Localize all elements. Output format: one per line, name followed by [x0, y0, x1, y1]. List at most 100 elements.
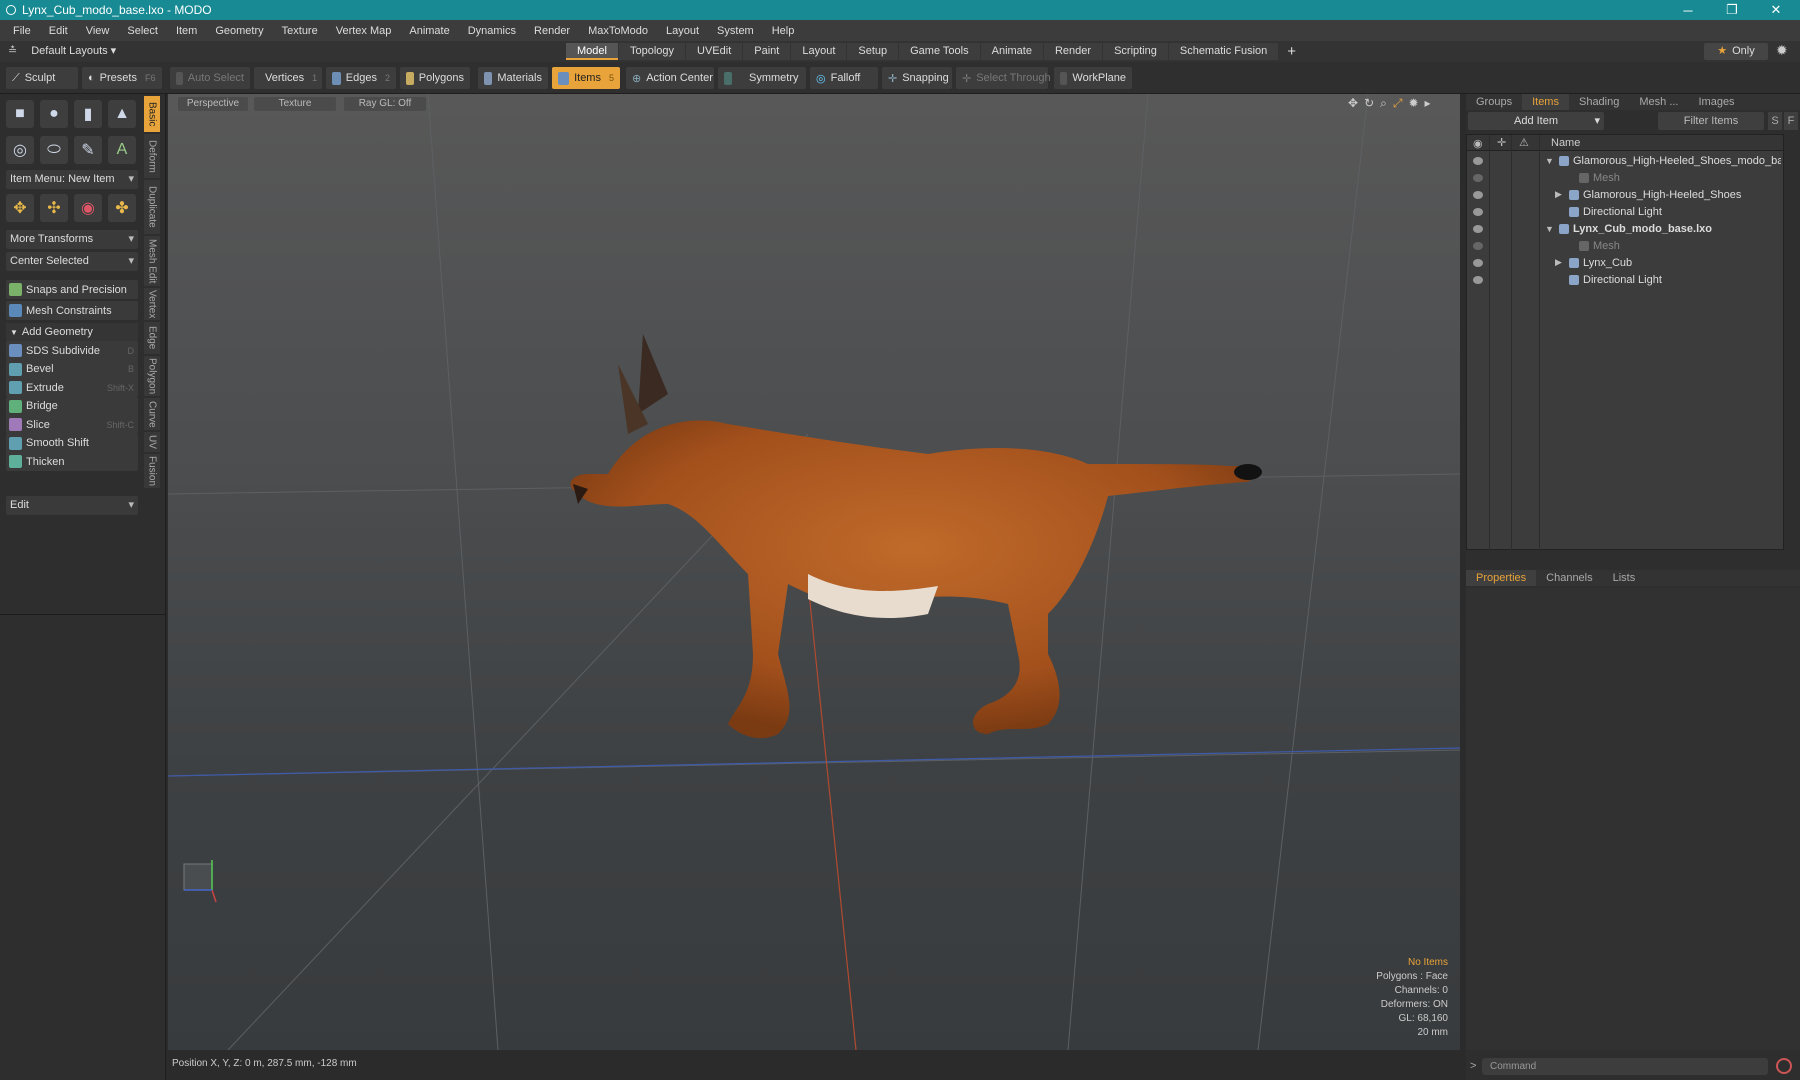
visibility-eye-icon[interactable] — [1473, 275, 1483, 284]
torus-icon[interactable]: ◎ — [6, 136, 34, 164]
rotate-icon[interactable]: ✣ — [40, 194, 68, 222]
geometry-tool-button[interactable]: Bevel B — [6, 359, 138, 379]
geometry-tool-button[interactable]: SDS Subdivide D — [6, 341, 138, 360]
viewport-gear-icon[interactable]: ✹ — [1408, 96, 1418, 111]
layout-tab[interactable]: Game Tools — [899, 43, 980, 60]
filter-s-button[interactable]: S — [1768, 112, 1782, 130]
layout-tab[interactable]: Schematic Fusion — [1168, 43, 1279, 60]
item-row[interactable]: ▶ Lynx_Cub — [1467, 254, 1783, 271]
default-layouts-dropdown[interactable]: ≛ Default Layouts ▾ — [8, 44, 116, 58]
fit-icon[interactable]: ⤢ — [1393, 96, 1403, 111]
transform-icon[interactable]: ✤ — [108, 194, 136, 222]
expand-arrow-icon[interactable]: ▶ — [1555, 189, 1562, 200]
menu-item[interactable]: File — [4, 25, 40, 37]
layout-tab[interactable]: Model — [566, 43, 618, 60]
items-panel-tab[interactable]: Images — [1688, 94, 1744, 110]
menu-item[interactable]: Item — [167, 25, 206, 37]
items-panel-tab[interactable]: Shading — [1569, 94, 1629, 110]
items-panel-tab[interactable]: Mesh ... — [1629, 94, 1688, 110]
expand-arrow-icon[interactable]: ▼ — [1545, 156, 1554, 166]
side-tab[interactable]: Edge — [144, 322, 160, 354]
layout-tab[interactable]: Layout — [791, 43, 847, 60]
sculpt-button[interactable]: ⟋ Sculpt — [6, 67, 78, 89]
symmetry-button[interactable]: Symmetry — [718, 67, 806, 89]
menu-item[interactable]: Animate — [400, 25, 458, 37]
cone-icon[interactable]: ▲ — [108, 100, 136, 128]
menu-item[interactable]: Geometry — [206, 25, 272, 37]
edit-dropdown[interactable]: Edit — [6, 496, 138, 515]
properties-panel-tab[interactable]: Lists — [1603, 570, 1646, 586]
visibility-eye-icon[interactable] — [1473, 207, 1483, 216]
visibility-eye-icon[interactable] — [1473, 173, 1483, 182]
properties-panel-tab[interactable]: Properties — [1466, 570, 1537, 586]
menu-item[interactable]: Select — [118, 25, 167, 37]
scale-icon[interactable]: ◉ — [74, 194, 102, 222]
side-tab[interactable]: Curve — [144, 398, 160, 430]
close-icon[interactable]: ✕ — [1756, 0, 1796, 20]
menu-item[interactable]: MaxToModo — [579, 25, 657, 37]
add-geometry-section[interactable]: ▼ Add Geometry — [6, 323, 138, 341]
snaps-precision-button[interactable]: Snaps and Precision — [6, 280, 138, 299]
geometry-tool-button[interactable]: Smooth Shift — [6, 433, 138, 453]
item-row[interactable]: Directional Light — [1467, 271, 1783, 288]
cylinder-icon[interactable]: ▮ — [74, 100, 102, 128]
perspective-button[interactable]: Perspective — [178, 97, 248, 111]
visibility-eye-icon[interactable] — [1473, 156, 1483, 165]
menu-item[interactable]: View — [77, 25, 119, 37]
item-row[interactable]: ▶ Glamorous_High-Heeled_Shoes — [1467, 186, 1783, 203]
capsule-icon[interactable]: ⬭ — [40, 136, 68, 164]
add-item-dropdown[interactable]: Add Item ▾ — [1468, 112, 1604, 130]
pan-icon[interactable]: ✥ — [1348, 96, 1358, 111]
layout-tab[interactable]: Paint — [743, 43, 791, 60]
properties-panel-tab[interactable]: Channels — [1536, 570, 1602, 586]
items-panel-tab[interactable]: Items — [1522, 94, 1569, 110]
command-input[interactable]: Command — [1482, 1058, 1768, 1075]
side-tab[interactable]: Deform — [144, 134, 160, 178]
auto-select-button[interactable]: Auto Select — [170, 67, 250, 89]
menu-item[interactable]: Vertex Map — [327, 25, 401, 37]
visibility-eye-icon[interactable] — [1473, 224, 1483, 233]
filter-items-input[interactable]: Filter Items — [1658, 112, 1764, 130]
texture-button[interactable]: Texture — [254, 97, 336, 111]
layout-tab[interactable]: Setup — [847, 43, 899, 60]
side-tab[interactable]: UV — [144, 432, 160, 452]
item-row[interactable]: Mesh — [1467, 237, 1783, 254]
geometry-tool-button[interactable]: Extrude Shift-X — [6, 378, 138, 397]
falloff-button[interactable]: ◎ Falloff — [810, 67, 878, 89]
geometry-tool-button[interactable]: Slice Shift-C — [6, 415, 138, 434]
layout-tab[interactable]: Scripting — [1103, 43, 1168, 60]
expand-arrow-icon[interactable]: ▶ — [1555, 257, 1562, 268]
polygons-button[interactable]: Polygons — [400, 67, 470, 89]
filter-f-button[interactable]: F — [1784, 112, 1798, 130]
items-button[interactable]: Items 5 — [552, 67, 620, 89]
vertices-button[interactable]: Vertices 1 — [254, 67, 322, 89]
menu-item[interactable]: Help — [763, 25, 804, 37]
viewport-menu-icon[interactable]: ▸ — [1425, 96, 1431, 111]
menu-item[interactable]: Edit — [40, 25, 77, 37]
move-icon[interactable]: ✥ — [6, 194, 34, 222]
menu-item[interactable]: Render — [525, 25, 579, 37]
minimize-icon[interactable]: ─ — [1668, 0, 1708, 20]
sphere-icon[interactable]: ● — [40, 100, 68, 128]
side-tab[interactable]: Polygon — [144, 356, 160, 396]
layout-tab[interactable]: Render — [1043, 43, 1103, 60]
select-through-button[interactable]: ✛ Select Through — [956, 67, 1051, 89]
workplane-button[interactable]: WorkPlane — [1054, 67, 1132, 89]
side-tab[interactable]: Duplicate — [144, 180, 160, 234]
item-row[interactable]: ▼ Glamorous_High-Heeled_Shoes_modo_bas ..… — [1467, 152, 1783, 169]
item-row[interactable]: ▼ Lynx_Cub_modo_base.lxo — [1467, 220, 1783, 237]
zoom-icon[interactable]: ⌕ — [1380, 96, 1387, 111]
layout-tab[interactable]: Animate — [980, 43, 1043, 60]
visibility-eye-icon[interactable] — [1473, 241, 1483, 250]
geometry-tool-button[interactable]: Thicken — [6, 452, 138, 471]
action-center-button[interactable]: ⊕ Action Center — [626, 67, 714, 89]
3d-viewport[interactable]: Perspective Texture Ray GL: Off ✥ ↻ ⌕ ⤢ … — [168, 94, 1460, 1050]
edges-button[interactable]: Edges 2 — [326, 67, 396, 89]
snapping-button[interactable]: ✛ Snapping — [882, 67, 952, 89]
menu-item[interactable]: Layout — [657, 25, 708, 37]
orbit-icon[interactable]: ↻ — [1364, 96, 1374, 111]
side-tab[interactable]: Mesh Edit — [144, 236, 160, 286]
side-tab[interactable]: Vertex — [144, 288, 160, 320]
presets-button[interactable]: ◐ Presets F6 — [82, 67, 162, 89]
materials-button[interactable]: Materials — [478, 67, 548, 89]
